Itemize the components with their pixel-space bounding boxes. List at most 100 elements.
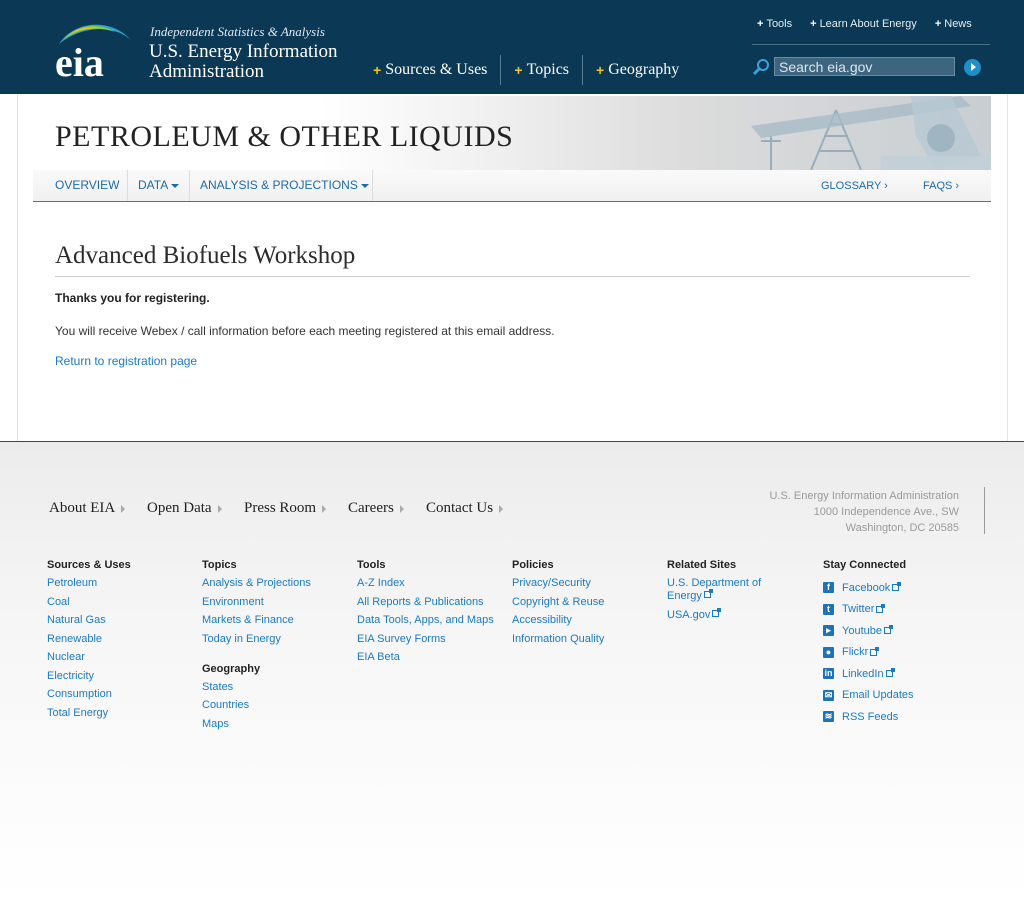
social-label: Flickr xyxy=(842,646,869,659)
footer-link-states[interactable]: States xyxy=(202,681,311,694)
footer-link-usa-gov[interactable]: USA.gov xyxy=(667,607,777,622)
footer-nav-careers[interactable]: Careers xyxy=(348,500,404,517)
subnav-analysis-projections[interactable]: ANALYSIS & PROJECTIONS xyxy=(200,178,369,192)
footer-nav-contact-us[interactable]: Contact Us xyxy=(426,500,504,517)
footer-link-coal[interactable]: Coal xyxy=(47,596,131,609)
footer-link-maps[interactable]: Maps xyxy=(202,718,311,731)
twitter-icon: t xyxy=(823,603,834,615)
page-title: Advanced Biofuels Workshop xyxy=(55,242,356,269)
footer-link-a-z-index[interactable]: A-Z Index xyxy=(357,577,494,590)
footer-col-heading: Tools xyxy=(357,559,386,571)
nav-topics[interactable]: + Topics xyxy=(501,55,584,85)
footer-link-countries[interactable]: Countries xyxy=(202,699,311,712)
social-facebook[interactable]: f Facebook xyxy=(823,581,914,595)
footer-link-copyright-reuse[interactable]: Copyright & Reuse xyxy=(512,596,604,609)
nav-geography[interactable]: + Geography xyxy=(583,55,692,85)
footer-link-natural-gas[interactable]: Natural Gas xyxy=(47,614,131,627)
plus-icon: + xyxy=(757,18,764,30)
footer-link-today-in-energy[interactable]: Today in Energy xyxy=(202,633,311,646)
social-rss-feeds[interactable]: ≋ RSS Feeds xyxy=(823,710,914,724)
footer-col-heading: Topics xyxy=(202,559,237,571)
footer-col-heading: Stay Connected xyxy=(823,559,907,571)
agency-name[interactable]: U.S. Energy Information Administration xyxy=(149,42,338,82)
divider xyxy=(752,44,990,45)
logo-text: eia xyxy=(55,40,104,80)
plus-icon: + xyxy=(810,18,817,30)
footer-link-accessibility[interactable]: Accessibility xyxy=(512,614,604,627)
footer-link-environment[interactable]: Environment xyxy=(202,596,311,609)
social-label: Facebook xyxy=(842,581,891,594)
social-linkedin[interactable]: in LinkedIn xyxy=(823,667,914,681)
nav-sources-uses[interactable]: + Sources & Uses xyxy=(360,55,502,85)
social-label: RSS Feeds xyxy=(842,710,899,723)
external-link-icon xyxy=(703,589,713,598)
return-to-registration-link[interactable]: Return to registration page xyxy=(55,354,197,368)
social-youtube[interactable]: ▸ Youtube xyxy=(823,624,914,638)
eia-logo[interactable]: eia xyxy=(53,20,135,80)
search-input[interactable] xyxy=(774,57,955,76)
footer-col-heading: Related Sites xyxy=(667,559,737,571)
divider xyxy=(55,276,970,277)
footer-link-analysis-projections[interactable]: Analysis & Projections xyxy=(202,577,311,590)
divider xyxy=(984,487,985,534)
social-flickr[interactable]: ● Flickr xyxy=(823,646,914,660)
footer-link-total-energy[interactable]: Total Energy xyxy=(47,707,131,720)
footer-nav-about-eia[interactable]: About EIA xyxy=(49,500,126,517)
footer-link-renewable[interactable]: Renewable xyxy=(47,633,131,646)
footer-nav-press-room[interactable]: Press Room xyxy=(244,500,327,517)
search-submit-button[interactable] xyxy=(964,59,981,76)
footer-link-survey-forms[interactable]: EIA Survey Forms xyxy=(357,633,494,646)
footer-col-heading: Geography xyxy=(202,662,261,675)
divider xyxy=(372,170,373,201)
pumpjack-illustration xyxy=(751,96,991,170)
footer-link-data-tools[interactable]: Data Tools, Apps, and Maps xyxy=(357,614,494,627)
subnav-glossary[interactable]: GLOSSARY › xyxy=(821,180,888,192)
divider xyxy=(127,170,128,201)
chevron-right-icon xyxy=(499,504,504,513)
footer-col-policies: Policies Privacy/Security Copyright & Re… xyxy=(512,559,604,651)
plus-icon: + xyxy=(934,18,942,30)
footer-link-reports-publications[interactable]: All Reports & Publications xyxy=(357,596,494,609)
subnav-data[interactable]: DATA xyxy=(138,178,180,192)
footer-link-eia-beta[interactable]: EIA Beta xyxy=(357,651,494,664)
footer-link-markets-finance[interactable]: Markets & Finance xyxy=(202,614,311,627)
footer-nav-label: About EIA xyxy=(49,500,116,516)
chevron-right-icon xyxy=(399,504,404,513)
util-news[interactable]: + News xyxy=(935,18,972,30)
footer-link-nuclear[interactable]: Nuclear xyxy=(47,651,131,664)
plus-icon: + xyxy=(596,62,605,78)
util-label: Tools xyxy=(766,18,793,30)
util-label: News xyxy=(944,18,972,30)
footer-link-consumption[interactable]: Consumption xyxy=(47,688,131,701)
external-link-icon xyxy=(712,607,722,617)
footer-link-information-quality[interactable]: Information Quality xyxy=(512,633,604,646)
subnav-overview[interactable]: OVERVIEW xyxy=(55,178,119,192)
external-link-icon xyxy=(870,646,880,656)
plus-icon: + xyxy=(373,62,382,78)
footer-col-sources-uses: Sources & Uses Petroleum Coal Natural Ga… xyxy=(47,559,131,725)
footer-col-heading: Sources & Uses xyxy=(47,559,131,571)
util-tools[interactable]: + Tools xyxy=(757,18,792,30)
footer-col-topics: Topics Analysis & Projections Environmen… xyxy=(202,559,311,736)
footer-link-privacy-security[interactable]: Privacy/Security xyxy=(512,577,604,590)
footer-col-stay-connected: Stay Connected f Facebook t Twitter ▸ Youtu… xyxy=(823,559,914,732)
social-twitter[interactable]: t Twitter xyxy=(823,603,914,617)
caret-down-icon xyxy=(360,183,369,188)
footer-nav-open-data[interactable]: Open Data xyxy=(147,500,222,517)
footer-nav-label: Open Data xyxy=(147,500,212,516)
subnav-faqs[interactable]: FAQS › xyxy=(923,180,959,192)
tagline: Independent Statistics & Analysis xyxy=(150,24,325,39)
footer-link-department-of-energy[interactable]: U.S. Department of Energy xyxy=(667,577,777,603)
agency-line-2: Administration xyxy=(149,61,265,82)
nav-label: Geography xyxy=(608,61,680,78)
plus-icon: + xyxy=(514,62,523,78)
util-learn-about-energy[interactable]: + Learn About Energy xyxy=(810,18,917,30)
link-label: U.S. Department of Energy xyxy=(667,577,762,602)
footer-link-electricity[interactable]: Electricity xyxy=(47,670,131,683)
footer-col-tools: Tools A-Z Index All Reports & Publicatio… xyxy=(357,559,494,670)
facebook-icon: f xyxy=(823,582,834,594)
social-email-updates[interactable]: ✉ Email Updates xyxy=(823,689,914,703)
footer-nav-label: Press Room xyxy=(244,500,317,516)
nav-label: Sources & Uses xyxy=(385,61,488,78)
footer-link-petroleum[interactable]: Petroleum xyxy=(47,577,131,590)
